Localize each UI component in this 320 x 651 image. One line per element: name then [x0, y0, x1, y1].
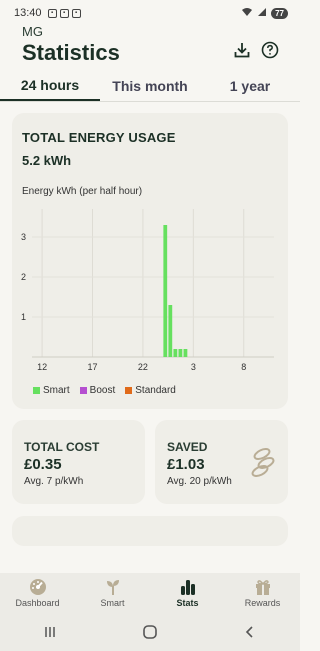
legend-item-standard: Standard	[125, 385, 176, 396]
x-tick-label: 8	[241, 362, 246, 371]
bar-smart-4	[183, 349, 188, 357]
cost-title: TOTAL COST	[24, 440, 100, 454]
x-tick-label: 22	[138, 362, 148, 371]
dashboard-icon	[29, 578, 47, 596]
legend-swatch-smart	[33, 387, 40, 394]
chart-legend: Smart Boost Standard	[33, 385, 176, 396]
energy-usage-card: TOTAL ENERGY USAGE 5.2 kWh Energy kWh (p…	[12, 113, 288, 409]
cost-value: £0.35	[24, 456, 62, 473]
status-time: 13:40	[14, 7, 42, 19]
page-header: MG Statistics	[22, 24, 120, 66]
cat-icon: ▪	[71, 8, 81, 18]
energy-chart: 12312 17 22 3 8	[21, 209, 274, 371]
page-title: Statistics	[22, 40, 120, 65]
legend-swatch-standard	[125, 387, 133, 394]
total-cost-card[interactable]: TOTAL COST £0.35 Avg. 7 p/kWh	[12, 420, 145, 504]
nav-label-dashboard: Dashboard	[15, 598, 60, 608]
legend-label-boost: Boost	[89, 385, 116, 396]
recent-apps-icon[interactable]	[40, 622, 60, 642]
nav-item-rewards[interactable]: Rewards	[225, 573, 300, 613]
home-icon[interactable]	[140, 622, 160, 642]
nav-item-dashboard[interactable]: Dashboard	[0, 573, 75, 613]
saved-title: SAVED	[167, 440, 208, 454]
system-nav-bar	[0, 613, 300, 651]
nav-item-stats[interactable]: Stats	[150, 573, 225, 613]
battery-badge: 77	[271, 7, 288, 19]
bar-chart-icon	[179, 578, 197, 596]
coins-icon	[250, 446, 278, 483]
nav-label-stats: Stats	[176, 598, 199, 608]
photo-icon: ▪	[59, 8, 69, 18]
saved-card[interactable]: SAVED £1.03 Avg. 20 p/kWh	[155, 420, 288, 504]
tab-this-month[interactable]: This month	[100, 70, 200, 101]
legend-item-smart: Smart	[33, 385, 70, 396]
legend-swatch-boost	[79, 387, 87, 394]
bottom-nav: Dashboard Smart Stats Rewards	[0, 573, 300, 613]
download-icon[interactable]	[232, 40, 252, 60]
y-tick-label: 1	[21, 312, 26, 322]
tab-1-year[interactable]: 1 year	[200, 70, 300, 101]
status-bar: 13:40 ▪ ▪ ▪ 77	[0, 0, 300, 26]
saved-value: £1.03	[167, 456, 205, 473]
bar-smart-3	[178, 349, 183, 357]
x-tick-label: 3	[191, 362, 196, 371]
cost-average: Avg. 7 p/kWh	[24, 476, 84, 487]
energy-chart-subtitle: Energy kWh (per half hour)	[22, 186, 143, 197]
bar-smart-2	[173, 349, 178, 357]
y-tick-label: 2	[21, 272, 26, 282]
energy-title: TOTAL ENERGY USAGE	[22, 130, 176, 145]
gift-icon	[254, 578, 272, 596]
nav-item-smart[interactable]: Smart	[75, 573, 150, 613]
sim-icon: ▪	[47, 8, 57, 18]
tab-24-hours[interactable]: 24 hours	[0, 70, 100, 101]
bar-smart-0	[163, 225, 168, 357]
nav-label-smart: Smart	[100, 598, 125, 608]
period-tabs: 24 hours This month 1 year	[0, 70, 300, 102]
nav-label-rewards: Rewards	[244, 598, 281, 608]
y-tick-label: 3	[21, 232, 26, 242]
wifi-icon	[241, 7, 253, 20]
energy-value: 5.2 kWh	[22, 153, 72, 168]
user-initials: MG	[22, 24, 43, 39]
legend-label-smart: Smart	[43, 385, 70, 396]
signal-icon	[257, 7, 267, 20]
saved-average: Avg. 20 p/kWh	[167, 476, 232, 487]
help-icon[interactable]	[260, 40, 280, 60]
legend-label-standard: Standard	[135, 385, 176, 396]
sprout-icon	[104, 578, 122, 596]
bar-smart-1	[168, 305, 173, 357]
legend-item-boost: Boost	[79, 385, 116, 396]
next-card-partial	[12, 516, 288, 546]
x-tick-label: 17	[87, 362, 97, 371]
back-icon[interactable]	[240, 622, 260, 642]
x-tick-label: 12	[37, 362, 47, 371]
